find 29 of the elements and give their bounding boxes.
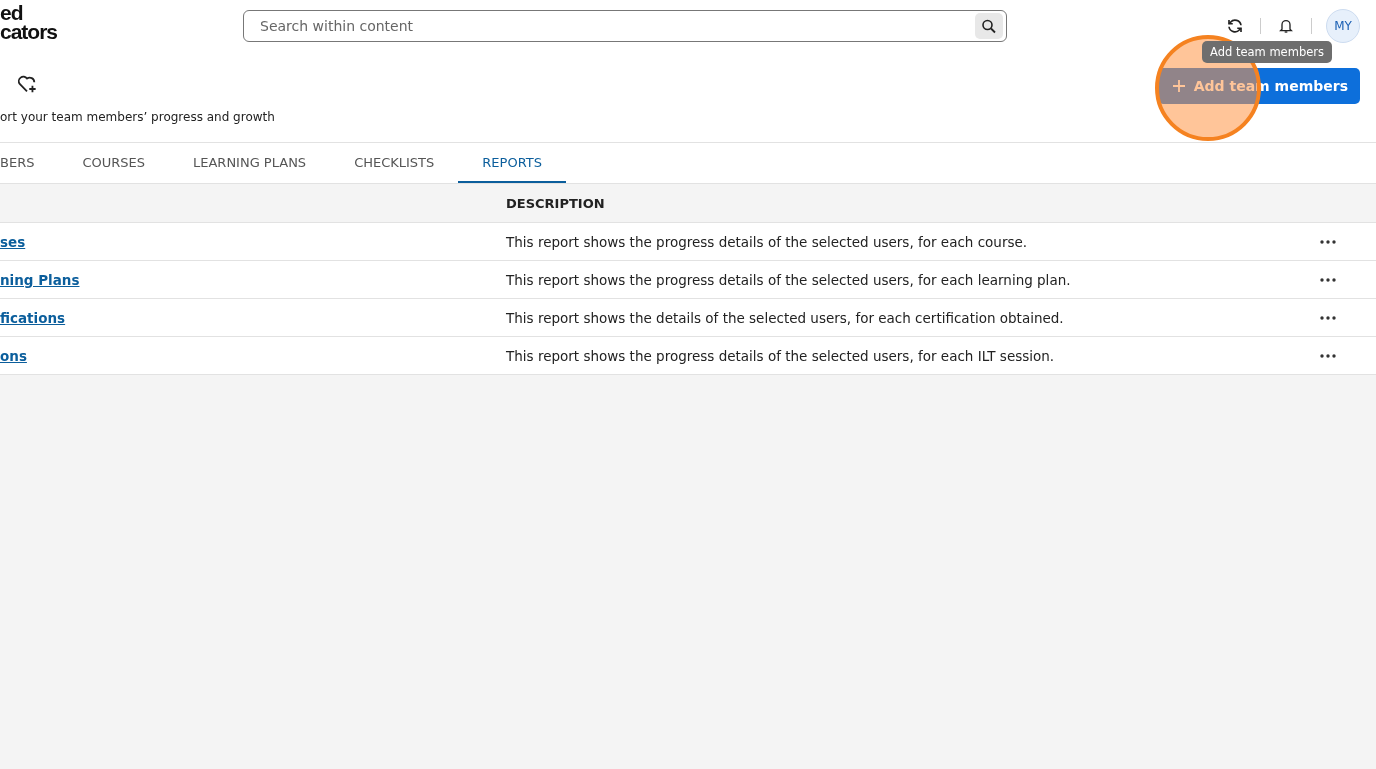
table-cell: This report shows the progress details of the selected users, for each ILT session. [506,347,1055,364]
heart-plus-icon[interactable] [16,74,38,94]
user-avatar[interactable]: MY [1326,9,1360,43]
refresh-icon [1226,17,1244,35]
search-button[interactable] [975,13,1003,39]
page-subtitle: ort your team members’ progress and growth [0,110,275,124]
tab[interactable]: BERS [0,143,59,183]
report-link[interactable]: ses [0,234,26,250]
report-link[interactable]: ning Plans [0,272,80,288]
tab[interactable]: COURSES [58,143,169,183]
report-link[interactable]: fications [0,310,66,326]
bell-icon [1278,17,1294,35]
tab[interactable]: LEARNING PLANS [169,143,331,183]
more-icon [1320,277,1336,282]
tooltip: Add team members [1202,41,1332,63]
search-bar[interactable]: Search within content [243,10,1007,42]
more-icon [1320,315,1336,320]
plus-icon [1171,79,1186,93]
table-cell: This report shows the details of the selected users, for each certification obtained. [506,309,1064,326]
table-cell: This report shows the progress details of the selected users, for each learning plan. [506,271,1071,288]
table-cell: This report shows the progress details of the selected users, for each course. [506,233,1028,250]
search-icon [981,18,997,34]
logo: ed cators [0,3,59,41]
more-icon [1320,353,1336,358]
tab[interactable]: REPORTS [458,143,566,183]
tab[interactable]: CHECKLISTS [330,143,459,183]
column-header: DESCRIPTION [506,195,605,211]
more-icon [1320,239,1336,244]
report-link[interactable]: ons [0,348,27,364]
